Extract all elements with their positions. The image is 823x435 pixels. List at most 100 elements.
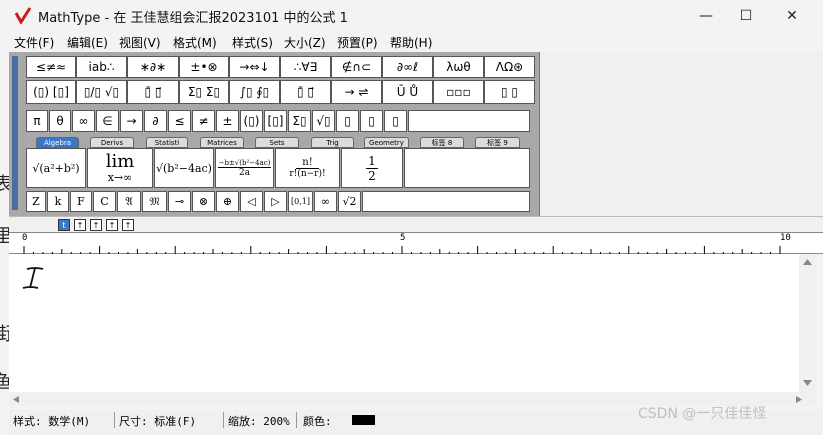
symbol-less-equal[interactable]: ≤ xyxy=(168,110,191,132)
symbol-F[interactable]: F xyxy=(70,191,92,212)
template-slot-empty[interactable] xyxy=(404,148,530,188)
status-style[interactable]: 样式: 数学(M) xyxy=(13,413,90,429)
palette-misc[interactable]: ∂∞ℓ xyxy=(382,56,433,78)
menu-edit[interactable]: 编辑(E) xyxy=(67,34,108,51)
tab-algebra[interactable]: Algebra xyxy=(36,137,79,148)
symbol-right-arrow[interactable]: → xyxy=(120,110,143,132)
symbol-left-triangle[interactable]: ◁ xyxy=(240,191,263,212)
template-fraction[interactable]: Σ▯ xyxy=(288,110,311,132)
palette-embellishments[interactable]: ∗∂∗ xyxy=(127,56,179,78)
template-limit[interactable]: lim x→∞ xyxy=(87,148,153,188)
scroll-up-icon[interactable] xyxy=(803,259,812,265)
scroll-left-icon[interactable] xyxy=(13,396,19,403)
symbol-oplus[interactable]: ⊕ xyxy=(216,191,239,212)
color-swatch[interactable] xyxy=(352,415,375,425)
template-discriminant[interactable]: √(b²−4ac) xyxy=(154,148,214,188)
symbol-element-of[interactable]: ∈ xyxy=(96,110,119,132)
tab-matrices[interactable]: Matrices xyxy=(200,137,244,148)
palette-logic[interactable]: ∴∀∃ xyxy=(280,56,331,78)
nudge-up-button[interactable]: ↑ xyxy=(90,219,102,231)
nudge-up-button[interactable]: ↑ xyxy=(122,219,134,231)
status-size[interactable]: 尺寸: 标准(F) xyxy=(119,413,196,429)
symbol-partial[interactable]: ∂ xyxy=(144,110,167,132)
template-brackets[interactable]: [▯] xyxy=(264,110,287,132)
symbol-Z[interactable]: Z xyxy=(26,191,46,212)
template-combination[interactable]: n! r!(n−r)! xyxy=(275,148,340,188)
palette-sums[interactable]: Σ▯ Σ▯ xyxy=(179,80,229,104)
template-quadratic-formula[interactable]: −b±√(b²−4ac) 2a xyxy=(215,148,274,188)
maximize-button[interactable]: ☐ xyxy=(723,0,769,32)
symbol-otimes[interactable]: ⊗ xyxy=(192,191,215,212)
menu-size[interactable]: 大小(Z) xyxy=(284,34,326,51)
template-hypotenuse[interactable]: √(a²+b²) xyxy=(26,148,86,188)
nudge-button-active[interactable]: t xyxy=(58,219,70,231)
status-zoom[interactable]: 缩放: 200% xyxy=(228,413,290,429)
equation-editor[interactable] xyxy=(9,254,799,392)
tab-trig[interactable]: Trig xyxy=(311,137,354,148)
nudge-up-button[interactable]: ↑ xyxy=(74,219,86,231)
toolbar-grip[interactable] xyxy=(12,56,18,210)
scroll-down-icon[interactable] xyxy=(803,380,812,386)
palette-sets[interactable]: ∉∩⊂ xyxy=(331,56,382,78)
symbol-infinity-2[interactable]: ∞ xyxy=(314,191,337,212)
menu-file[interactable]: 文件(F) xyxy=(14,34,54,51)
symbol-slot-empty-2[interactable] xyxy=(362,191,530,212)
symbol-theta[interactable]: θ xyxy=(49,110,71,132)
tab-sets[interactable]: Sets xyxy=(255,137,299,148)
tab-label-9[interactable]: 标签 9 xyxy=(475,137,520,148)
close-button[interactable]: ✕ xyxy=(769,0,815,32)
vertical-scrollbar[interactable] xyxy=(799,254,816,392)
template-superscript[interactable]: ▯ xyxy=(360,110,383,132)
symbol-multimap[interactable]: ⊸ xyxy=(168,191,191,212)
palette-labeled-arrows[interactable]: → ⇌ xyxy=(331,80,382,104)
template-parentheses[interactable]: (▯) xyxy=(240,110,263,132)
symbol-not-equal[interactable]: ≠ xyxy=(192,110,215,132)
nudge-up-button[interactable]: ↑ xyxy=(106,219,118,231)
symbol-k[interactable]: k xyxy=(47,191,69,212)
tab-label-8[interactable]: 标签 8 xyxy=(420,137,464,148)
palette-fences[interactable]: (▯) [▯] xyxy=(26,80,76,104)
template-one-half[interactable]: 1 2 xyxy=(341,148,403,188)
palette-matrices[interactable]: ▫▫▫ xyxy=(433,80,484,104)
scroll-right-icon[interactable] xyxy=(796,396,802,403)
palette-spaces[interactable]: ⅰab∴ xyxy=(76,56,127,78)
symbol-interval[interactable]: [0,1] xyxy=(288,191,313,212)
palette-boxes[interactable]: ▯ ▯ xyxy=(484,80,535,104)
menu-help[interactable]: 帮助(H) xyxy=(390,34,432,51)
symbol-fraktur-M[interactable]: 𝔐 xyxy=(142,191,167,212)
template-quadratic-num: −b±√(b²−4ac) xyxy=(217,158,272,168)
palette-arrows[interactable]: →⇔↓ xyxy=(229,56,280,78)
ruler-mark-10: 10 xyxy=(780,233,791,243)
window-title: MathType - 在 王佳慧组会汇报2023101 中的公式 1 xyxy=(38,11,348,26)
symbol-slot-empty[interactable] xyxy=(408,110,530,132)
symbol-pi[interactable]: π xyxy=(26,110,48,132)
tab-derivs[interactable]: Derivs xyxy=(90,137,134,148)
template-sum[interactable]: √▯ xyxy=(312,110,335,132)
palette-greek-lower[interactable]: λωθ xyxy=(433,56,484,78)
palette-fractions-radicals[interactable]: ▯/▯ √▯ xyxy=(76,80,127,104)
palette-greek-upper[interactable]: ΛΩ⊛ xyxy=(484,56,535,78)
template-subscript[interactable]: ▯ xyxy=(384,110,407,132)
symbol-plus-minus[interactable]: ± xyxy=(216,110,239,132)
symbol-right-triangle[interactable]: ▷ xyxy=(264,191,287,212)
palette-bars[interactable]: ▯̄ ▯⃗ xyxy=(280,80,331,104)
palette-subscripts[interactable]: ▯̄ ▯⃗ xyxy=(127,80,179,104)
palette-operators[interactable]: ±•⊗ xyxy=(179,56,229,78)
palette-relations[interactable]: ≤≠≈ xyxy=(26,56,76,78)
palette-integrals[interactable]: ∫▯ ∮▯ xyxy=(229,80,280,104)
symbol-fraktur-A[interactable]: 𝔄 xyxy=(117,191,141,212)
symbol-C[interactable]: C xyxy=(93,191,116,212)
tab-geometry[interactable]: Geometry xyxy=(364,137,409,148)
maximize-icon: ☐ xyxy=(739,8,753,24)
menu-format[interactable]: 格式(M) xyxy=(173,34,217,51)
template-half-den: 2 xyxy=(368,168,376,183)
ruler[interactable]: 0 5 10 xyxy=(9,232,823,255)
menu-style[interactable]: 样式(S) xyxy=(232,34,273,51)
menu-preferences[interactable]: 预置(P) xyxy=(337,34,378,51)
template-sqrt[interactable]: ▯ xyxy=(336,110,359,132)
symbol-sqrt2[interactable]: √2 xyxy=(338,191,361,212)
menu-view[interactable]: 视图(V) xyxy=(119,34,161,51)
symbol-infinity[interactable]: ∞ xyxy=(72,110,95,132)
palette-products[interactable]: Ū Ů xyxy=(382,80,433,104)
tab-statistics[interactable]: Statisti xyxy=(146,137,188,148)
